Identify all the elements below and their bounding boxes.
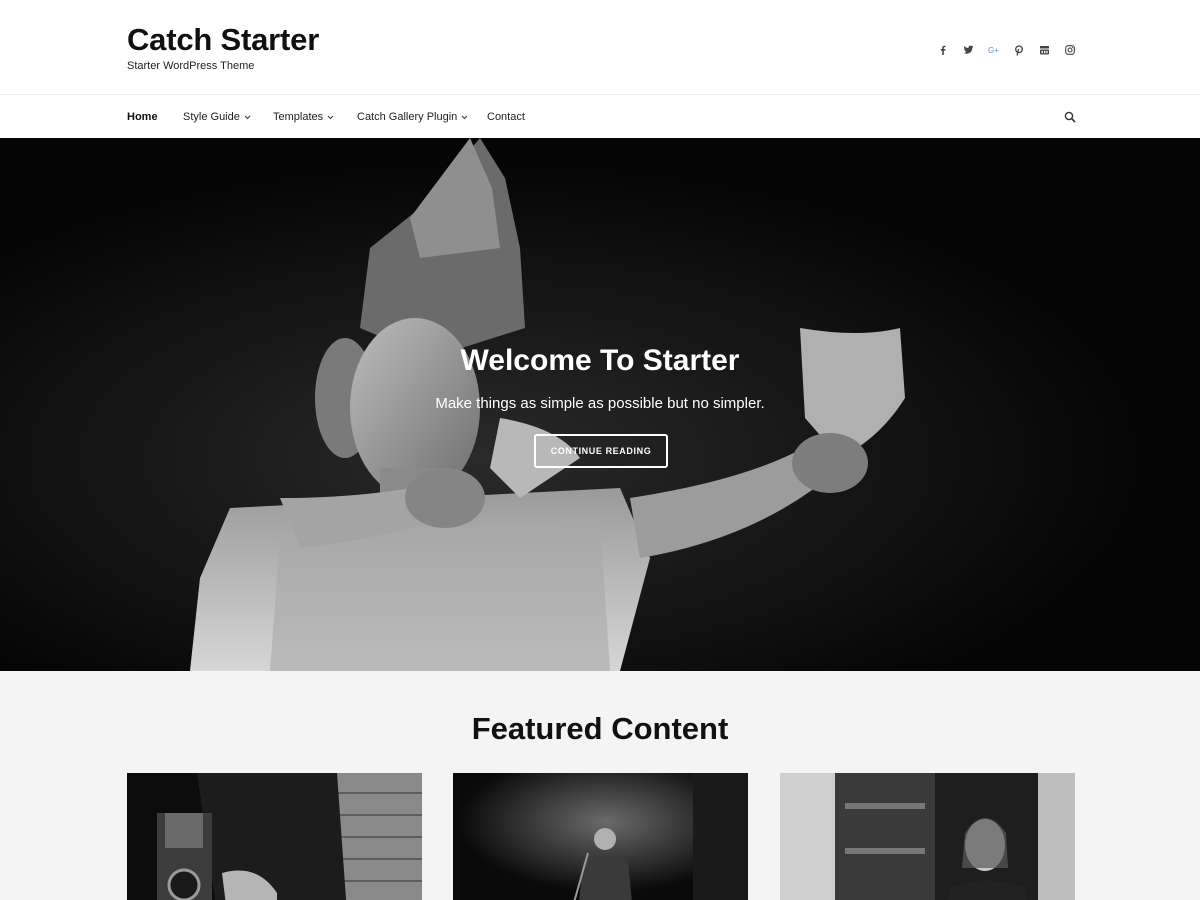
- chevron-down-icon: [244, 115, 251, 119]
- chevron-down-icon: [461, 115, 468, 119]
- nav-item-label: Contact: [487, 111, 525, 123]
- social-links: G+: [930, 42, 1083, 58]
- youtube-icon[interactable]: [1032, 42, 1058, 58]
- facebook-icon[interactable]: [930, 42, 956, 58]
- chevron-down-icon: [327, 115, 334, 119]
- featured-image-portrait: [780, 773, 1075, 900]
- featured-content-section: Featured Content: [0, 671, 1200, 900]
- nav-item-templates[interactable]: Templates: [273, 96, 334, 138]
- site-header: Catch Starter Starter WordPress Theme G+: [0, 0, 1200, 95]
- nav-item-label: Catch Gallery Plugin: [357, 111, 458, 123]
- instagram-icon[interactable]: [1058, 42, 1084, 58]
- nav-item-catch-gallery-plugin[interactable]: Catch Gallery Plugin: [357, 96, 468, 138]
- featured-card-camera[interactable]: [127, 773, 422, 900]
- svg-text:G+: G+: [988, 46, 999, 55]
- continue-reading-button[interactable]: CONTINUE READING: [534, 434, 668, 468]
- nav-item-label: Home: [127, 111, 158, 123]
- twitter-icon[interactable]: [956, 42, 982, 58]
- site-title[interactable]: Catch Starter: [127, 22, 319, 58]
- nav-item-label: Style Guide: [183, 111, 240, 123]
- hero-subtitle: Make things as simple as possible but no…: [435, 395, 765, 412]
- featured-image-camera: [127, 773, 422, 900]
- site-description: Starter WordPress Theme: [127, 60, 255, 72]
- pinterest-icon[interactable]: [1007, 42, 1033, 58]
- nav-item-contact[interactable]: Contact: [487, 96, 525, 138]
- hero-slider: Welcome To Starter Make things as simple…: [0, 138, 1200, 671]
- featured-card-singer[interactable]: [453, 773, 748, 900]
- featured-content-title: Featured Content: [471, 711, 729, 746]
- nav-item-home[interactable]: Home: [127, 96, 158, 138]
- hero-title: Welcome To Starter: [460, 344, 740, 377]
- featured-image-singer: [453, 773, 748, 900]
- nav-item-label: Templates: [273, 111, 324, 123]
- main-navigation: Home Style Guide Templates Catch Gallery…: [0, 96, 1200, 138]
- google-plus-icon[interactable]: G+: [981, 42, 1007, 58]
- featured-card-portrait[interactable]: [780, 773, 1075, 900]
- nav-item-style-guide[interactable]: Style Guide: [183, 96, 251, 138]
- search-icon[interactable]: [1063, 110, 1077, 124]
